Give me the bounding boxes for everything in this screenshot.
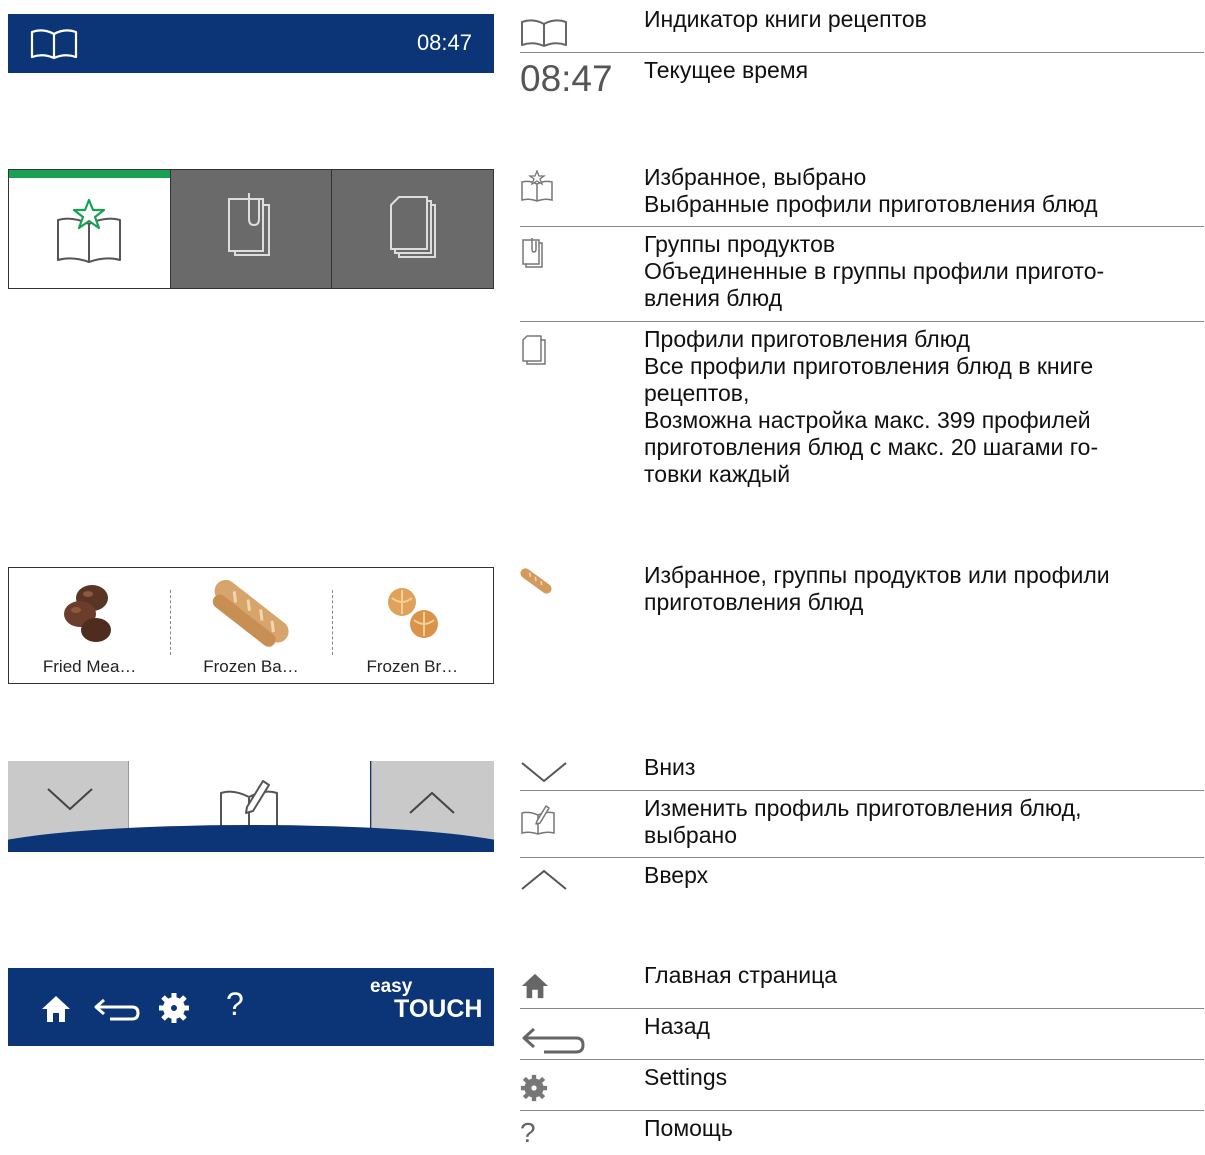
logo-top: easy <box>370 976 413 997</box>
settings-gear-icon[interactable] <box>158 992 190 1029</box>
legend-row: Избранное, группы продуктов или профили … <box>520 558 1204 618</box>
legend-desc: Избранное, группы продуктов или профили <box>644 562 1110 588</box>
legend-text: Помощь <box>644 1115 733 1141</box>
legend-desc: приготовления блюд с макс. 20 шагами го- <box>644 434 1099 460</box>
logo-bottom: TOUCH <box>394 995 483 1023</box>
legend-recipes: Избранное, группы продуктов или профили … <box>520 558 1204 618</box>
navigation-bar <box>8 761 494 852</box>
legend-text: Изменить профиль приготовления блюд, выб… <box>644 791 1204 853</box>
legend-desc: товки каждый <box>644 461 791 487</box>
legend-text: Вверх <box>644 862 709 888</box>
help-icon[interactable]: ? <box>226 986 244 1023</box>
legend-desc: вления блюд <box>644 285 783 311</box>
book-star-icon <box>54 198 124 269</box>
legend-desc: Изменить профиль приготовления блюд, <box>644 795 1082 821</box>
legend-text: Settings <box>644 1064 728 1090</box>
header-bar: 08:47 <box>8 14 494 73</box>
legend-desc: рецептов, <box>644 380 750 406</box>
recipe-item[interactable]: Frozen Ba… <box>170 568 331 683</box>
legend-desc: приготовления блюд <box>644 589 864 615</box>
pages-stack-icon <box>520 334 630 371</box>
home-icon[interactable] <box>40 994 72 1029</box>
book-icon <box>520 18 630 53</box>
help-icon: ? <box>520 1117 536 1148</box>
baguette-image <box>520 568 630 599</box>
meatballs-image <box>50 576 130 648</box>
legend-title: Группы продуктов <box>644 231 836 257</box>
legend-row: ? Помощь <box>520 1111 1204 1155</box>
tab-product-groups[interactable] <box>169 170 332 288</box>
legend-desc: Возможна настройка макс. 399 профилей <box>644 407 1091 433</box>
book-star-icon <box>520 169 630 207</box>
book-pencil-icon <box>520 803 630 840</box>
recipe-label: Frozen Br… <box>366 657 459 676</box>
chevron-up-icon <box>408 789 456 822</box>
recipe-tabs <box>8 169 494 289</box>
bread-rolls-image <box>372 576 452 648</box>
legend-row: Избранное, выбрано Выбранные профили при… <box>520 160 1204 227</box>
pages-stack-icon <box>383 191 443 268</box>
legend-tabs: Избранное, выбрано Выбранные профили при… <box>520 160 1204 492</box>
legend-header: Индикатор книги рецептов 08:47 Текущее в… <box>520 2 1204 103</box>
book-icon[interactable] <box>30 28 78 65</box>
legend-text: Главная страница <box>644 962 838 988</box>
paperclip-pages-icon <box>221 191 281 268</box>
baguette-image <box>211 576 291 648</box>
legend-desc: Все профили приготовления блюд в книге <box>644 353 1094 379</box>
legend-desc: выбрано <box>644 822 737 848</box>
legend-row: Вниз <box>520 750 1204 791</box>
legend-text: Назад <box>644 1013 710 1039</box>
recipe-item[interactable]: Fried Mea… <box>9 568 170 683</box>
legend-text: Избранное, группы продуктов или профили … <box>644 558 1204 620</box>
legend-text: Профили приготовления блюд Все профили п… <box>644 322 1204 492</box>
legend-row: Индикатор книги рецептов <box>520 2 1204 53</box>
legend-title: Избранное, выбрано <box>644 164 867 190</box>
paperclip-pages-icon <box>520 237 630 274</box>
legend-text: Индикатор книги рецептов <box>644 6 927 32</box>
easytouch-logo: easy TOUCH <box>370 976 483 1023</box>
legend-row: 08:47 Текущее время <box>520 53 1204 103</box>
legend-text: Вниз <box>644 754 696 780</box>
legend-footer: Главная страница Назад Settings ? Помощь <box>520 958 1204 1155</box>
home-icon <box>520 972 630 1005</box>
legend-text: Избранное, выбрано Выбранные профили при… <box>644 160 1204 222</box>
chevron-down-icon <box>520 760 630 789</box>
divider <box>170 590 172 655</box>
legend-row: Главная страница <box>520 958 1204 1009</box>
legend-desc: Объединенные в группы профили пригото- <box>644 258 1105 284</box>
legend-desc: Выбранные профили приготовления блюд <box>644 191 1098 217</box>
legend-row: Профили приготовления блюд Все профили п… <box>520 322 1204 492</box>
legend-row: Изменить профиль приготовления блюд, выб… <box>520 791 1204 858</box>
legend-title: Профили приготовления блюд <box>644 326 970 352</box>
recipe-label: Frozen Ba… <box>203 657 299 676</box>
back-arrow-icon[interactable] <box>92 996 140 1029</box>
recipe-list: Fried Mea… Frozen Ba… Frozen Br… <box>8 567 494 684</box>
time-sample: 08:47 <box>520 58 613 99</box>
legend-row: Группы продуктов Объединенные в группы п… <box>520 227 1204 322</box>
legend-row: Назад <box>520 1009 1204 1060</box>
divider <box>331 590 333 655</box>
footer-bar: ? easy TOUCH <box>8 968 494 1046</box>
tab-favorites[interactable] <box>9 170 170 288</box>
clock-time: 08:47 <box>416 30 472 55</box>
legend-text: Текущее время <box>644 57 809 83</box>
back-arrow-icon <box>520 1025 630 1062</box>
legend-text: Группы продуктов Объединенные в группы п… <box>644 227 1204 316</box>
recipe-item[interactable]: Frozen Br… <box>331 568 493 683</box>
recipe-label: Fried Mea… <box>42 657 137 676</box>
legend-navigation: Вниз Изменить профиль приготовления блюд… <box>520 750 1204 902</box>
chevron-up-icon <box>520 868 630 897</box>
tab-cooking-profiles[interactable] <box>331 170 494 288</box>
legend-row: Settings <box>520 1060 1204 1111</box>
legend-row: Вверх <box>520 858 1204 902</box>
settings-gear-icon <box>520 1074 630 1107</box>
chevron-down-icon <box>46 785 94 818</box>
